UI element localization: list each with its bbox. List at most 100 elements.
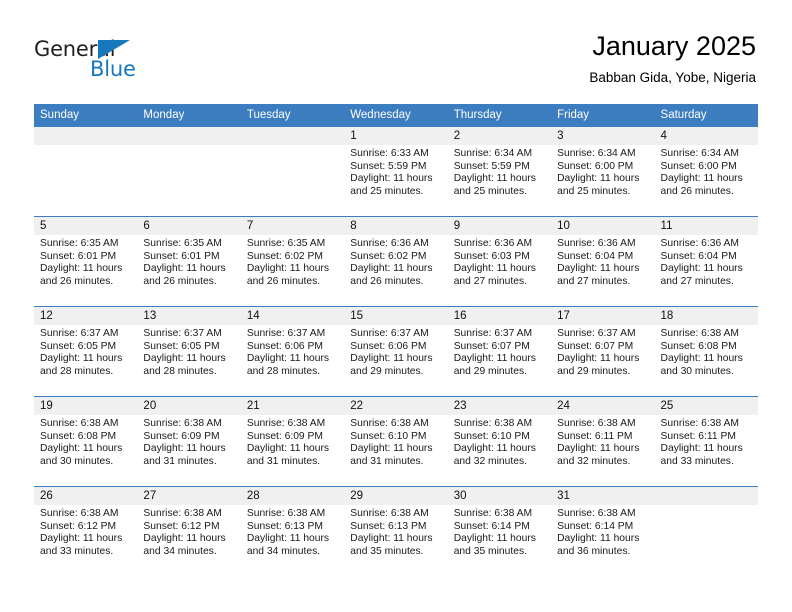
- sunrise-time: Sunrise: 6:37 AM: [557, 328, 636, 339]
- calendar-day-cell[interactable]: 26 Sunrise: 6:38 AM Sunset: 6:12 PM Dayligh…: [34, 486, 138, 577]
- day-number: 30: [447, 487, 552, 505]
- sunrise-time: Sunrise: 6:38 AM: [660, 328, 739, 339]
- sunrise-time: Sunrise: 6:36 AM: [660, 238, 739, 249]
- day-number: 6: [137, 217, 241, 235]
- calendar-day-cell[interactable]: 23 Sunrise: 6:38 AM Sunset: 6:10 PM Dayligh…: [447, 396, 552, 487]
- daylight-duration: Daylight: 11 hours and 31 minutes.: [143, 443, 226, 467]
- day-number: 9: [447, 217, 552, 235]
- sunrise-time: Sunrise: 6:36 AM: [453, 238, 533, 249]
- day-number: 13: [137, 307, 241, 325]
- calendar-day-cell[interactable]: 19 Sunrise: 6:38 AM Sunset: 6:08 PM Dayligh…: [34, 396, 138, 487]
- sunset-time: Sunset: 6:09 PM: [143, 430, 220, 442]
- calendar-day-cell[interactable]: 16 Sunrise: 6:37 AM Sunset: 6:07 PM Dayligh…: [447, 306, 552, 397]
- calendar-day-cell[interactable]: 12 Sunrise: 6:37 AM Sunset: 6:05 PM Dayligh…: [34, 306, 138, 397]
- calendar-day-cell[interactable]: 15 Sunrise: 6:37 AM Sunset: 6:06 PM Dayligh…: [344, 306, 448, 397]
- calendar-day-cell[interactable]: 9 Sunrise: 6:36 AM Sunset: 6:03 PM Daylight…: [447, 216, 552, 307]
- day-details: Sunrise: 6:38 AM Sunset: 6:10 PM Daylight:…: [448, 415, 551, 468]
- daylight-duration: Daylight: 11 hours and 25 minutes.: [453, 173, 536, 197]
- calendar-day-cell-empty: [137, 126, 241, 217]
- calendar-day-cell[interactable]: 30 Sunrise: 6:38 AM Sunset: 6:14 PM Dayligh…: [447, 486, 552, 577]
- calendar-day-cell[interactable]: 4 Sunrise: 6:34 AM Sunset: 6:00 PM Daylight…: [654, 126, 758, 217]
- calendar-day-cell[interactable]: 20 Sunrise: 6:38 AM Sunset: 6:09 PM Dayligh…: [137, 396, 241, 487]
- day-details: Sunrise: 6:37 AM Sunset: 6:06 PM Daylight:…: [344, 325, 447, 378]
- sunrise-time: Sunrise: 6:38 AM: [350, 418, 429, 429]
- calendar-day-cell[interactable]: 8 Sunrise: 6:36 AM Sunset: 6:02 PM Daylight…: [344, 216, 448, 307]
- day-details: Sunrise: 6:35 AM Sunset: 6:01 PM Daylight:…: [137, 235, 240, 288]
- day-details: Sunrise: 6:38 AM Sunset: 6:13 PM Daylight:…: [344, 505, 447, 558]
- calendar-grid: Sunday Monday Tuesday Wednesday Thursday Frid…: [34, 104, 758, 577]
- calendar-day-cell[interactable]: 18 Sunrise: 6:38 AM Sunset: 6:08 PM Dayligh…: [654, 306, 758, 397]
- calendar-day-cell[interactable]: 10 Sunrise: 6:36 AM Sunset: 6:04 PM Dayligh…: [551, 216, 655, 307]
- calendar-day-cell[interactable]: 27 Sunrise: 6:38 AM Sunset: 6:12 PM Dayligh…: [137, 486, 241, 577]
- day-number: 14: [240, 307, 345, 325]
- sunset-time: Sunset: 6:06 PM: [246, 340, 323, 352]
- calendar-week-row: 5 Sunrise: 6:35 AM Sunset: 6:01 PM Daylight…: [34, 216, 758, 307]
- sunset-time: Sunset: 6:05 PM: [143, 340, 220, 352]
- calendar-day-cell[interactable]: 6 Sunrise: 6:35 AM Sunset: 6:01 PM Daylight…: [137, 216, 241, 307]
- daylight-duration: Daylight: 11 hours and 33 minutes.: [40, 533, 123, 557]
- sunrise-time: Sunrise: 6:33 AM: [350, 148, 429, 159]
- sunrise-time: Sunrise: 6:38 AM: [453, 508, 533, 519]
- calendar-day-cell[interactable]: 14 Sunrise: 6:37 AM Sunset: 6:06 PM Dayligh…: [240, 306, 345, 397]
- calendar-day-cell[interactable]: 5 Sunrise: 6:35 AM Sunset: 6:01 PM Daylight…: [34, 216, 138, 307]
- calendar-day-cell[interactable]: 25 Sunrise: 6:38 AM Sunset: 6:11 PM Dayligh…: [654, 396, 758, 487]
- day-number: 12: [34, 307, 138, 325]
- general-blue-logo: General Blue: [34, 38, 164, 84]
- calendar-day-cell[interactable]: 1 Sunrise: 6:33 AM Sunset: 5:59 PM Daylight…: [344, 126, 448, 217]
- day-number: 31: [551, 487, 655, 505]
- sunset-time: Sunset: 6:07 PM: [557, 340, 634, 352]
- daylight-duration: Daylight: 11 hours and 26 minutes.: [246, 263, 330, 287]
- calendar-day-cell[interactable]: 3 Sunrise: 6:34 AM Sunset: 6:00 PM Daylight…: [551, 126, 655, 217]
- day-details: Sunrise: 6:38 AM Sunset: 6:12 PM Daylight:…: [34, 505, 137, 558]
- day-number: 17: [551, 307, 655, 325]
- daylight-duration: Daylight: 11 hours and 27 minutes.: [660, 263, 743, 287]
- calendar-day-cell[interactable]: 7 Sunrise: 6:35 AM Sunset: 6:02 PM Daylight…: [240, 216, 345, 307]
- sunset-time: Sunset: 6:11 PM: [660, 430, 736, 442]
- day-number: [654, 487, 758, 505]
- day-details: Sunrise: 6:38 AM Sunset: 6:14 PM Daylight:…: [448, 505, 551, 558]
- day-details: Sunrise: 6:36 AM Sunset: 6:04 PM Daylight:…: [655, 235, 758, 288]
- day-details: Sunrise: 6:38 AM Sunset: 6:13 PM Daylight:…: [241, 505, 344, 558]
- day-number: 29: [344, 487, 448, 505]
- calendar-day-cell[interactable]: 28 Sunrise: 6:38 AM Sunset: 6:13 PM Dayligh…: [240, 486, 345, 577]
- sunset-time: Sunset: 6:04 PM: [660, 250, 737, 262]
- calendar-day-cell[interactable]: 2 Sunrise: 6:34 AM Sunset: 5:59 PM Daylight…: [447, 126, 552, 217]
- sunset-time: Sunset: 6:02 PM: [246, 250, 323, 262]
- day-details: Sunrise: 6:38 AM Sunset: 6:08 PM Daylight:…: [34, 415, 137, 468]
- calendar-day-cell[interactable]: 17 Sunrise: 6:37 AM Sunset: 6:07 PM Dayligh…: [551, 306, 655, 397]
- weekday-header-monday: Monday: [137, 104, 241, 127]
- sunrise-time: Sunrise: 6:35 AM: [143, 238, 222, 249]
- daylight-duration: Daylight: 11 hours and 27 minutes.: [453, 263, 536, 287]
- calendar-day-cell[interactable]: 24 Sunrise: 6:38 AM Sunset: 6:11 PM Dayligh…: [551, 396, 655, 487]
- sunrise-time: Sunrise: 6:38 AM: [143, 508, 222, 519]
- sunrise-time: Sunrise: 6:37 AM: [350, 328, 429, 339]
- sunset-time: Sunset: 6:05 PM: [40, 340, 117, 352]
- calendar-day-cell[interactable]: 11 Sunrise: 6:36 AM Sunset: 6:04 PM Dayligh…: [654, 216, 758, 307]
- calendar-day-cell[interactable]: 22 Sunrise: 6:38 AM Sunset: 6:10 PM Dayligh…: [344, 396, 448, 487]
- calendar-day-cell[interactable]: 21 Sunrise: 6:38 AM Sunset: 6:09 PM Dayligh…: [240, 396, 345, 487]
- day-details: Sunrise: 6:38 AM Sunset: 6:11 PM Daylight:…: [551, 415, 654, 468]
- calendar-day-cell[interactable]: 29 Sunrise: 6:38 AM Sunset: 6:13 PM Dayligh…: [344, 486, 448, 577]
- calendar-day-cell[interactable]: 13 Sunrise: 6:37 AM Sunset: 6:05 PM Dayligh…: [137, 306, 241, 397]
- sunrise-time: Sunrise: 6:38 AM: [246, 508, 326, 519]
- day-number: 2: [447, 127, 552, 145]
- calendar-day-cell[interactable]: 31 Sunrise: 6:38 AM Sunset: 6:14 PM Dayligh…: [551, 486, 655, 577]
- sunrise-time: Sunrise: 6:34 AM: [453, 148, 533, 159]
- sunset-time: Sunset: 6:12 PM: [40, 520, 117, 532]
- daylight-duration: Daylight: 11 hours and 30 minutes.: [40, 443, 123, 467]
- sunrise-time: Sunrise: 6:37 AM: [246, 328, 326, 339]
- sunrise-time: Sunrise: 6:38 AM: [40, 508, 119, 519]
- day-number: 20: [137, 397, 241, 415]
- sunset-time: Sunset: 6:03 PM: [453, 250, 530, 262]
- sunset-time: Sunset: 6:07 PM: [453, 340, 530, 352]
- daylight-duration: Daylight: 11 hours and 26 minutes.: [350, 263, 433, 287]
- day-details: Sunrise: 6:37 AM Sunset: 6:05 PM Daylight:…: [34, 325, 137, 378]
- calendar-page: General Blue January 2025 Babban Gida, Y…: [0, 0, 792, 612]
- sunrise-time: Sunrise: 6:38 AM: [143, 418, 222, 429]
- sunset-time: Sunset: 6:10 PM: [350, 430, 427, 442]
- sunrise-time: Sunrise: 6:38 AM: [557, 508, 636, 519]
- sunset-time: Sunset: 6:08 PM: [660, 340, 737, 352]
- daylight-duration: Daylight: 11 hours and 26 minutes.: [143, 263, 226, 287]
- sunset-time: Sunset: 6:12 PM: [143, 520, 220, 532]
- sunset-time: Sunset: 6:13 PM: [246, 520, 323, 532]
